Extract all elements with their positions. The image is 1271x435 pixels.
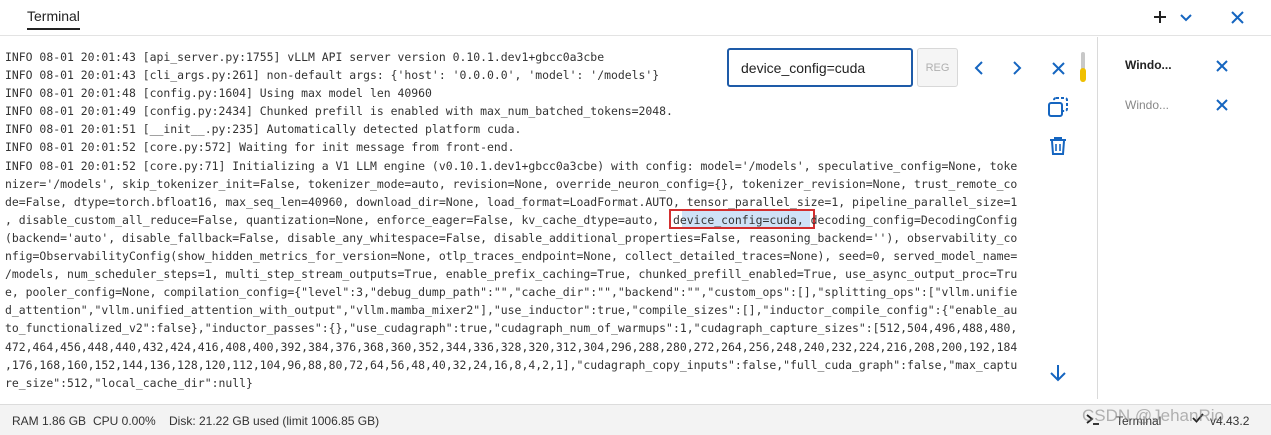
scrollbar-thumb[interactable] [1080, 68, 1086, 82]
chevron-left-icon[interactable] [967, 56, 991, 80]
terminal-output[interactable]: INFO 08-01 20:01:43 [api_server.py:1755]… [0, 39, 1080, 399]
terminal-line: INFO 08-01 20:01:51 [__init__.py:235] Au… [5, 122, 522, 137]
trash-icon[interactable] [1047, 135, 1071, 159]
find-widget: REG [726, 44, 1080, 92]
window-item-1[interactable]: Windo... [1125, 58, 1172, 72]
top-bar: Terminal [0, 0, 1271, 36]
terminal-line: re_size":512,"local_cache_dir":null} [5, 375, 253, 390]
regex-toggle[interactable]: REG [917, 48, 958, 87]
window-list: Windo... Windo... [1098, 37, 1271, 399]
terminal-line: nfig=ObservabilityConfig(show_hidden_met… [5, 249, 1018, 264]
terminal-line: d_attention","vllm.unified_attention_wit… [5, 303, 1018, 318]
plus-icon[interactable] [1149, 6, 1171, 28]
close-icon[interactable] [1046, 56, 1070, 80]
disk-status: Disk: 21.22 GB used (limit 1006.85 GB) [169, 414, 380, 428]
terminal-line: /models, num_scheduler_steps=1, multi_st… [5, 267, 1018, 282]
terminal-line: nizer='/models', skip_tokenizer_init=Fal… [5, 176, 1018, 191]
find-input[interactable] [727, 48, 913, 87]
ram-status: RAM 1.86 GB [12, 414, 87, 428]
terminal-line: to_functionalized_v2":false},"inductor_p… [5, 321, 1018, 336]
terminal-line: de=False, dtype=torch.bfloat16, max_seq_… [5, 194, 1018, 209]
window-item-2[interactable]: Windo... [1125, 98, 1169, 112]
terminal-line: (backend='auto', disable_fallback=False,… [5, 230, 1018, 245]
cpu-status: CPU 0.00% [93, 414, 156, 428]
copy-icon[interactable] [1046, 95, 1072, 121]
close-icon[interactable] [1214, 58, 1230, 74]
arrow-down-icon[interactable] [1048, 363, 1070, 385]
close-icon[interactable] [1226, 6, 1248, 28]
chevron-right-icon[interactable] [1005, 56, 1029, 80]
terminal-line: INFO 08-01 20:01:52 [core.py:572] Waitin… [5, 140, 515, 155]
terminal-line: , disable_custom_all_reduce=False, quant… [5, 212, 1018, 227]
status-bar: RAM 1.86 GB CPU 0.00% Disk: 21.22 GB use… [0, 404, 1271, 435]
chevron-down-icon[interactable] [1175, 6, 1197, 28]
terminal-line: ,176,168,160,152,144,136,128,120,112,104… [5, 357, 1018, 372]
terminal-line: INFO 08-01 20:01:49 [config.py:2434] Chu… [5, 104, 673, 119]
terminal-line: INFO 08-01 20:01:52 [core.py:71] Initial… [5, 158, 1018, 173]
terminal-line: 472,464,456,448,440,432,424,416,408,400,… [5, 339, 1018, 354]
watermark: CSDN @JehanRio [1082, 406, 1224, 425]
close-icon[interactable] [1214, 97, 1230, 113]
tab-terminal[interactable]: Terminal [27, 8, 80, 30]
terminal-line: e, pooler_config=None, compilation_confi… [5, 285, 1018, 300]
